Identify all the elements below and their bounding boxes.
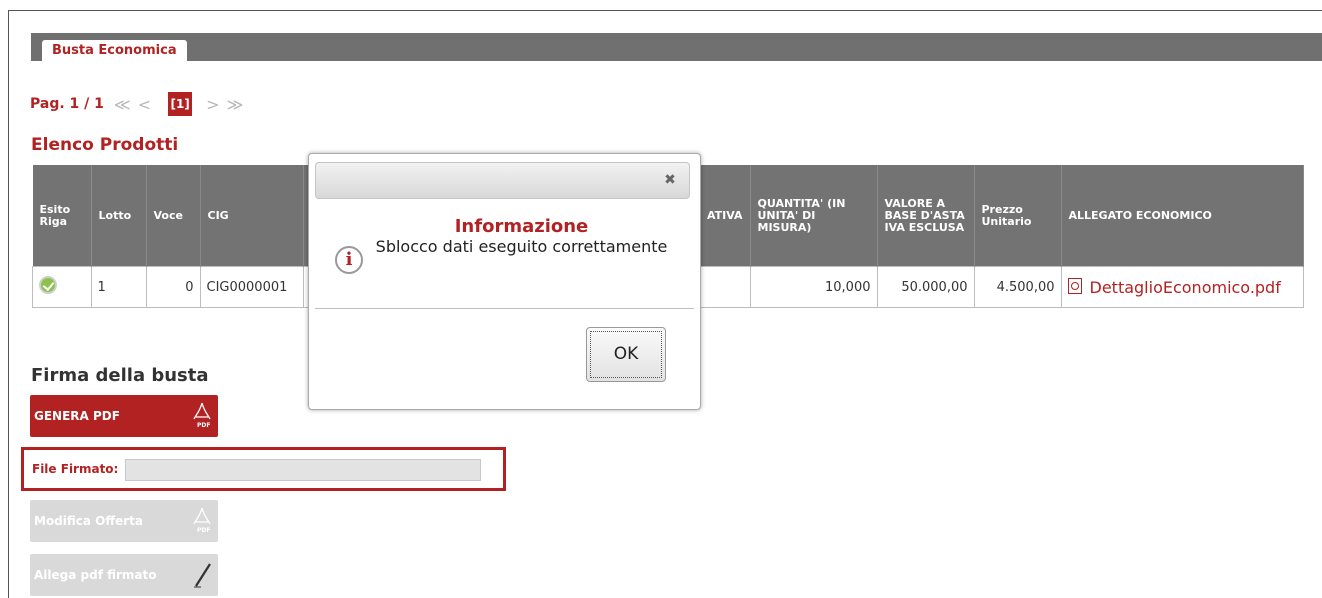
info-dialog: ✖ i Informazione Sblocco dati eseguito c… — [308, 153, 701, 410]
col-esito: Esito Riga — [32, 165, 92, 267]
col-prezzo: Prezzo Unitario — [974, 165, 1062, 267]
pen-icon — [194, 563, 211, 588]
close-icon[interactable]: ✖ — [661, 171, 679, 189]
cell-voce: 0 — [145, 266, 201, 308]
cell-esito — [32, 266, 92, 308]
col-voce: Voce — [146, 165, 201, 267]
file-firmato-label: File Firmato: — [32, 462, 119, 476]
svg-text:PDF: PDF — [197, 527, 210, 534]
cell-cig: CIG0000001 — [199, 266, 304, 308]
dialog-divider — [315, 308, 694, 309]
tab-busta-economica[interactable]: Busta Economica — [42, 40, 187, 61]
pdf-icon: PDF — [193, 507, 211, 534]
info-icon: i — [335, 246, 363, 274]
allegato-link[interactable]: DettaglioEconomico.pdf — [1090, 278, 1281, 297]
col-allegato: ALLEGATO ECONOMICO — [1061, 165, 1304, 267]
dialog-title: Informazione — [454, 216, 589, 237]
col-valore: VALORE A BASE D'ASTA IVA ESCLUSA — [877, 165, 975, 267]
col-cig: CIG — [200, 165, 304, 267]
cell-valore: 50.000,00 — [876, 266, 975, 308]
cell-prezzo: 4.500,00 — [973, 266, 1062, 308]
modifica-offerta-button[interactable]: Modifica Offerta PDF — [30, 500, 218, 542]
pager-current-page[interactable]: [1] — [168, 92, 193, 116]
genera-pdf-label: GENERA PDF — [34, 409, 120, 423]
col-lotto: Lotto — [91, 165, 147, 267]
check-circle-icon — [39, 276, 57, 294]
file-firmato-input[interactable] — [125, 459, 481, 481]
tab-bar — [31, 33, 1322, 61]
allega-pdf-label: Allega pdf firmato — [34, 568, 157, 582]
cell-lotto: 1 — [90, 266, 147, 308]
genera-pdf-button[interactable]: GENERA PDF PDF — [30, 395, 218, 437]
pager-label: Pag. 1 / 1 — [30, 96, 104, 112]
svg-text:PDF: PDF — [197, 422, 210, 429]
allega-pdf-button[interactable]: Allega pdf firmato — [30, 554, 218, 596]
dialog-titlebar: ✖ — [315, 162, 690, 199]
pager: Pag. 1 / 1 ≪ < [1] > ≫ — [30, 92, 244, 116]
cell-quantita: 10,000 — [749, 266, 878, 308]
col-quantita: QUANTITA' (IN UNITA' DI MISURA) — [750, 165, 878, 267]
pdf-icon — [1067, 277, 1082, 294]
dialog-message: Sblocco dati eseguito correttamente — [375, 237, 668, 256]
section-title: Elenco Prodotti — [31, 135, 179, 155]
pager-next-last[interactable]: > ≫ — [206, 95, 244, 114]
cell-allegato: DettaglioEconomico.pdf — [1060, 266, 1304, 308]
pager-first-prev[interactable]: ≪ < — [114, 95, 152, 114]
modifica-offerta-label: Modifica Offerta — [34, 514, 143, 528]
firma-title: Firma della busta — [31, 365, 209, 386]
pdf-icon: PDF — [193, 402, 211, 429]
ok-button[interactable]: OK — [586, 327, 666, 382]
file-firmato-box: File Firmato: — [21, 447, 506, 491]
